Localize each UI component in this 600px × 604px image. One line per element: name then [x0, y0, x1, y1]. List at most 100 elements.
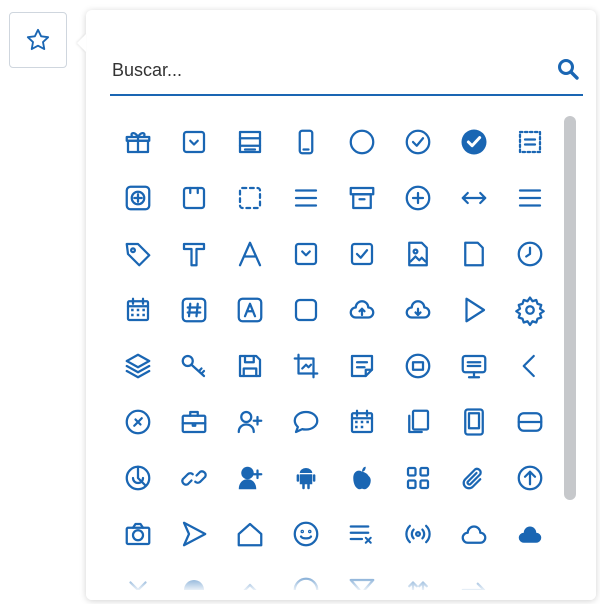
circle-note-icon	[405, 353, 431, 379]
icon-option[interactable]	[110, 282, 166, 338]
icon-option[interactable]	[334, 282, 390, 338]
icon-option[interactable]	[222, 226, 278, 282]
icon-option[interactable]	[222, 394, 278, 450]
icon-grid	[110, 114, 560, 590]
icon-option[interactable]	[278, 394, 334, 450]
icon-option[interactable]	[502, 282, 558, 338]
icon-option[interactable]	[334, 506, 390, 562]
icon-option[interactable]	[278, 114, 334, 170]
search-input[interactable]	[110, 54, 534, 86]
icon-option[interactable]	[334, 450, 390, 506]
icon-option[interactable]	[446, 562, 502, 590]
icon-option[interactable]	[222, 450, 278, 506]
icon-option[interactable]	[166, 394, 222, 450]
icon-option[interactable]	[446, 282, 502, 338]
icon-option[interactable]	[446, 338, 502, 394]
text-a-icon	[238, 241, 262, 267]
search-button[interactable]	[553, 54, 583, 84]
icon-option[interactable]	[502, 506, 558, 562]
icon-option[interactable]	[446, 450, 502, 506]
icon-option[interactable]	[166, 338, 222, 394]
close-icon	[129, 581, 147, 590]
icon-option[interactable]	[390, 394, 446, 450]
search-icon	[558, 59, 579, 80]
icon-option[interactable]	[502, 450, 558, 506]
circle-arrow-up-icon	[517, 465, 543, 491]
icon-option[interactable]	[390, 338, 446, 394]
icon-option[interactable]	[334, 394, 390, 450]
icon-option[interactable]	[502, 338, 558, 394]
icon-option[interactable]	[110, 450, 166, 506]
icon-option[interactable]	[502, 394, 558, 450]
briefcase-icon	[181, 410, 207, 434]
icon-option[interactable]	[110, 114, 166, 170]
icon-option[interactable]	[334, 226, 390, 282]
icon-option[interactable]	[334, 114, 390, 170]
icon-option[interactable]	[446, 170, 502, 226]
icon-option[interactable]	[278, 170, 334, 226]
icon-option[interactable]	[278, 506, 334, 562]
icon-option[interactable]	[166, 450, 222, 506]
icon-option[interactable]	[390, 450, 446, 506]
icon-option[interactable]	[390, 506, 446, 562]
icon-option[interactable]	[222, 170, 278, 226]
icon-option[interactable]	[334, 562, 390, 590]
icon-option[interactable]	[278, 450, 334, 506]
icon-option[interactable]	[222, 114, 278, 170]
note-icon	[350, 354, 374, 378]
scrollbar[interactable]	[564, 116, 576, 500]
icon-option[interactable]	[110, 338, 166, 394]
arrows-horizontal-icon	[461, 191, 487, 205]
icon-option[interactable]	[110, 226, 166, 282]
image-file-icon	[408, 241, 428, 267]
icon-option[interactable]	[446, 506, 502, 562]
icon-option[interactable]	[278, 226, 334, 282]
icon-option[interactable]	[390, 562, 446, 590]
icon-option[interactable]	[334, 338, 390, 394]
icon-picker-trigger-button[interactable]	[9, 12, 67, 68]
gear-icon	[515, 296, 545, 327]
scrollbar-thumb[interactable]	[564, 116, 576, 500]
icon-option[interactable]	[446, 394, 502, 450]
icon-option[interactable]	[166, 226, 222, 282]
chevron-left-icon	[522, 354, 535, 378]
tag-icon	[125, 242, 151, 267]
icon-option[interactable]	[502, 114, 558, 170]
icon-option[interactable]	[390, 282, 446, 338]
icon-option[interactable]	[278, 338, 334, 394]
search-bar	[110, 46, 583, 96]
icon-option[interactable]	[502, 170, 558, 226]
icon-option[interactable]	[166, 282, 222, 338]
icon-option[interactable]	[446, 226, 502, 282]
icon-option[interactable]	[166, 506, 222, 562]
icon-option[interactable]	[110, 506, 166, 562]
circle-icon	[349, 129, 375, 155]
icon-option[interactable]	[166, 114, 222, 170]
icon-option[interactable]	[278, 562, 334, 590]
window-layout-icon	[238, 130, 262, 154]
icon-option[interactable]	[390, 170, 446, 226]
icon-option[interactable]	[110, 394, 166, 450]
icon-option[interactable]	[222, 506, 278, 562]
icon-option[interactable]	[390, 114, 446, 170]
icon-option[interactable]	[222, 282, 278, 338]
icon-option[interactable]	[502, 562, 558, 590]
archive-icon	[349, 186, 375, 210]
database-icon	[517, 412, 543, 432]
icon-option[interactable]	[166, 562, 222, 590]
icon-option[interactable]	[390, 226, 446, 282]
file-icon	[464, 241, 484, 267]
icon-option[interactable]	[166, 170, 222, 226]
icon-option[interactable]	[110, 170, 166, 226]
cloud-solid-icon	[518, 526, 542, 543]
icon-option[interactable]	[278, 282, 334, 338]
icon-option[interactable]	[446, 114, 502, 170]
icon-option[interactable]	[222, 338, 278, 394]
icon-option[interactable]	[110, 562, 166, 590]
link-icon	[181, 470, 207, 486]
cloud-outline-icon	[461, 525, 487, 544]
icon-option[interactable]	[334, 170, 390, 226]
icon-option[interactable]	[502, 226, 558, 282]
pie-chart-icon	[125, 465, 151, 491]
icon-option[interactable]	[222, 562, 278, 590]
